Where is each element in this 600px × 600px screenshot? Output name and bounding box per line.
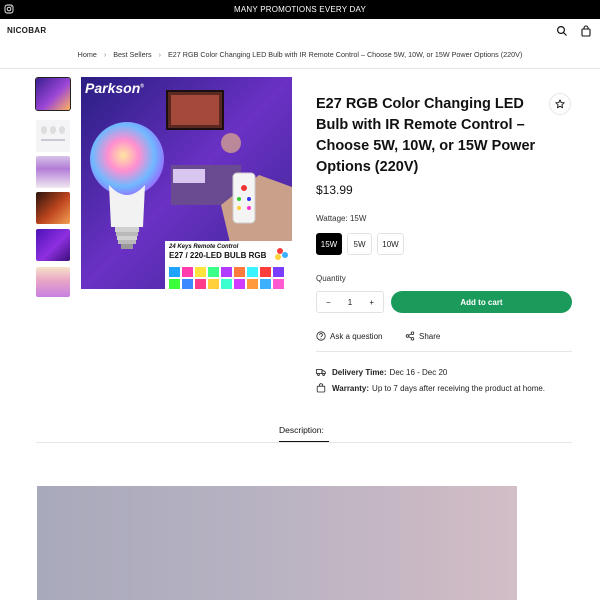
warranty-info: Warranty: Up to 7 days after receiving th… — [316, 383, 545, 393]
description-image — [37, 486, 517, 600]
thumbnail-5[interactable] — [36, 229, 70, 261]
delivery-value: Dec 16 - Dec 20 — [389, 367, 448, 377]
warranty-value: Up to 7 days after receiving the product… — [372, 383, 546, 393]
breadcrumb-separator: › — [103, 50, 107, 59]
tab-active-indicator — [279, 441, 329, 442]
breadcrumb-best-sellers[interactable]: Best Sellers — [113, 50, 151, 59]
thumbnail-4[interactable] — [36, 192, 70, 224]
breadcrumb-home[interactable]: Home — [78, 50, 97, 59]
warranty-text: Warranty: Up to 7 days after receiving th… — [332, 384, 545, 393]
info-divider — [316, 351, 572, 352]
share-icon — [405, 331, 415, 341]
add-to-cart-button[interactable]: Add to cart — [391, 291, 572, 313]
tab-description[interactable]: Description: — [279, 425, 324, 435]
warranty-label: Warranty: — [332, 383, 370, 393]
option-5w[interactable]: 5W — [347, 233, 372, 255]
delivery-info: Delivery Time: Dec 16 - Dec 20 — [316, 367, 447, 377]
image-caption-2: E27 / 220-LED BULB RGB — [169, 251, 267, 260]
quantity-label: Quantity — [316, 274, 346, 283]
option-15w[interactable]: 15W — [316, 233, 342, 255]
instagram-icon[interactable] — [4, 4, 14, 14]
main-product-image[interactable]: Parkson® 24 Keys Remote Control E27 / 22… — [81, 77, 292, 289]
star-icon — [555, 99, 565, 109]
cart-icon[interactable] — [580, 25, 592, 37]
site-header: NICOBAR — [0, 19, 600, 45]
image-brand-text: Parkson® — [85, 80, 144, 96]
delivery-label: Delivery Time: — [332, 367, 387, 377]
wishlist-button[interactable] — [549, 93, 571, 115]
truck-icon — [316, 369, 326, 376]
quantity-stepper: − 1 + — [316, 291, 384, 313]
thumbnail-2[interactable] — [36, 120, 70, 152]
share-button[interactable]: Share — [405, 331, 440, 341]
announcement-text: MANY PROMOTIONS EVERY DAY — [234, 5, 366, 14]
thumbnail-6[interactable] — [36, 267, 70, 297]
product-title: E27 RGB Color Changing LED Bulb with IR … — [316, 96, 536, 175]
quantity-increase-button[interactable]: + — [369, 298, 374, 307]
question-icon — [316, 331, 326, 341]
quantity-value[interactable]: 1 — [348, 298, 352, 307]
registered-mark: ® — [140, 83, 144, 90]
site-logo[interactable]: NICOBAR — [7, 26, 46, 35]
delivery-text: Delivery Time: Dec 16 - Dec 20 — [332, 368, 447, 377]
share-label: Share — [419, 331, 441, 341]
option-10w[interactable]: 10W — [377, 233, 404, 255]
thumbnail-3[interactable] — [36, 156, 70, 188]
tab-divider — [36, 442, 572, 443]
ask-question-button[interactable]: Ask a question — [316, 331, 382, 341]
quantity-decrease-button[interactable]: − — [326, 298, 331, 307]
bag-icon — [316, 383, 326, 393]
search-icon[interactable] — [556, 25, 568, 37]
ask-question-label: Ask a question — [330, 331, 383, 341]
breadcrumb: Home › Best Sellers › E27 RGB Color Changing… — [0, 50, 600, 59]
header-divider — [0, 68, 600, 69]
breadcrumb-separator: › — [158, 50, 161, 59]
product-price: $13.99 — [316, 183, 353, 197]
breadcrumb-current: E27 RGB Color Changing LED Bulb with IR … — [168, 50, 523, 59]
image-caption-1: 24 Keys Remote Control — [169, 244, 239, 250]
announcement-bar: MANY PROMOTIONS EVERY DAY — [0, 0, 600, 19]
thumbnail-1[interactable] — [35, 77, 71, 111]
wattage-label: Wattage: 15W — [316, 214, 367, 223]
